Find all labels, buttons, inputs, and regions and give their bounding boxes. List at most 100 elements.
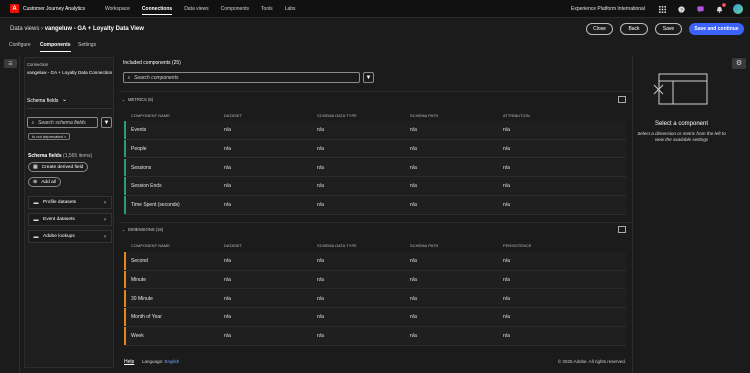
table-row[interactable]: Second n/a n/a n/a n/a xyxy=(124,252,626,271)
nav-components[interactable]: Components xyxy=(215,0,255,18)
avatar[interactable] xyxy=(733,4,743,14)
apps-grid-icon[interactable] xyxy=(658,5,666,13)
dataset-group-event[interactable]: ▬ Event datasets › xyxy=(28,213,112,226)
tab-bar: Configure Components Settings xyxy=(0,40,750,52)
save-button[interactable]: Save xyxy=(655,23,682,35)
page-title: vangeluw - GA + Loyalty Data View xyxy=(44,26,144,32)
table-cell: n/a xyxy=(317,333,324,340)
nav-tools[interactable]: Tools xyxy=(255,0,279,18)
component-settings-panel: Select a component Select a dimension or… xyxy=(632,55,729,373)
nav-labs[interactable]: Labs xyxy=(279,0,302,18)
chevron-down-icon[interactable]: ⌄ xyxy=(62,97,67,104)
top-navigation-bar: A Customer Journey Analytics Workspace C… xyxy=(0,0,750,18)
column-settings-icon[interactable] xyxy=(618,96,626,103)
column-header[interactable]: SCHEMA PATH xyxy=(410,243,438,248)
table-row[interactable]: 30 Minute n/a n/a n/a n/a xyxy=(124,289,626,309)
component-name-cell: Events xyxy=(131,127,147,133)
nav-data-views[interactable]: Data views xyxy=(178,0,214,18)
tab-settings[interactable]: Settings xyxy=(78,40,96,51)
metrics-section-header[interactable]: ⌄ METRICS (6) xyxy=(119,94,631,104)
table-row[interactable]: Week n/a n/a n/a n/a xyxy=(124,327,626,346)
chevron-down-icon[interactable]: ⌄ xyxy=(119,97,128,102)
column-header[interactable]: COMPONENT NAME xyxy=(131,243,170,248)
table-cell: n/a xyxy=(317,202,324,209)
save-and-continue-button[interactable]: Save and continue xyxy=(689,23,744,35)
table-cell: n/a xyxy=(410,295,417,302)
empty-state-title: Select a component xyxy=(654,121,709,127)
table-row[interactable]: Events n/a n/a n/a n/a xyxy=(124,121,626,140)
dimensions-section-title: DIMENSIONS (19) xyxy=(128,226,164,232)
org-switcher[interactable]: Experience Platform International xyxy=(571,0,645,18)
component-name-cell: Time Spent (seconds) xyxy=(131,202,180,209)
add-all-button[interactable]: ⊕ Add all xyxy=(28,177,61,187)
table-cell: n/a xyxy=(503,202,510,209)
search-schema-fields-input[interactable]: ⌕ Search schema fields xyxy=(27,117,98,128)
table-row[interactable]: Time Spent (seconds) n/a n/a n/a n/a xyxy=(124,196,626,215)
dataset-group-adobe-lookups[interactable]: ▬ Adobe lookups › xyxy=(28,230,112,243)
column-header[interactable]: SCHEMA PATH xyxy=(410,113,438,118)
column-header[interactable]: ATTRIBUTION xyxy=(503,113,530,118)
table-row[interactable]: Minute n/a n/a n/a n/a xyxy=(124,270,626,290)
empty-state-description: Select a dimension or metric from the le… xyxy=(637,131,726,142)
table-row[interactable]: People n/a n/a n/a n/a xyxy=(124,139,626,159)
column-header[interactable]: DATASET xyxy=(224,113,242,118)
gear-icon[interactable]: ⚙ xyxy=(732,58,746,69)
svg-text:?: ? xyxy=(680,7,683,13)
table-cell: n/a xyxy=(410,258,417,264)
column-header[interactable]: COMPONENT NAME xyxy=(131,113,170,118)
language-selector[interactable]: Language: English xyxy=(142,359,179,364)
component-name-cell: Second xyxy=(131,258,148,264)
nav-connections[interactable]: Connections xyxy=(136,0,178,18)
column-header[interactable]: PERSISTENCE xyxy=(503,243,532,248)
table-cell: n/a xyxy=(503,333,510,340)
table-cell: n/a xyxy=(503,258,510,264)
breadcrumb-data-views[interactable]: Data views xyxy=(10,26,39,32)
close-button[interactable]: Close xyxy=(586,23,613,35)
column-settings-icon[interactable] xyxy=(618,226,626,233)
create-derived-field-button[interactable]: ▦ Create derived field xyxy=(28,162,89,172)
dimensions-section-header[interactable]: ⌄ DIMENSIONS (19) xyxy=(119,224,631,234)
filter-icon[interactable]: ▼ xyxy=(363,72,374,83)
feedback-icon[interactable] xyxy=(696,5,704,13)
table-cell: n/a xyxy=(317,295,324,302)
help-icon[interactable]: ? xyxy=(677,5,685,13)
help-link[interactable]: Help xyxy=(124,359,134,365)
filter-tag-label: Is not deprecated xyxy=(32,134,63,139)
search-placeholder: Search schema fields xyxy=(38,119,86,126)
component-name-cell: Session Ends xyxy=(131,183,162,190)
search-icon: ⌕ xyxy=(31,119,35,126)
table-row[interactable]: Session Ends n/a n/a n/a n/a xyxy=(124,177,626,196)
folder-icon: ▬ xyxy=(33,233,39,240)
included-components-panel: Included components (25) ⌕ Search compon… xyxy=(119,57,631,368)
back-button[interactable]: Back xyxy=(620,23,648,35)
close-icon[interactable]: × xyxy=(64,134,66,139)
dataset-group-profile[interactable]: ▬ Profile datasets › xyxy=(28,196,112,209)
table-cell: n/a xyxy=(410,164,417,171)
component-name-cell: Sessions xyxy=(131,164,152,171)
dataset-group-label: Adobe lookups xyxy=(43,234,75,239)
table-cell: n/a xyxy=(317,314,324,321)
schema-fields-label: Schema fields xyxy=(28,153,62,159)
table-cell: n/a xyxy=(224,164,231,171)
filter-tag-deprecated[interactable]: Is not deprecated × xyxy=(28,133,71,140)
nav-workspace[interactable]: Workspace xyxy=(99,0,136,18)
table-row[interactable]: Sessions n/a n/a n/a n/a xyxy=(124,158,626,178)
chevron-down-icon[interactable]: ⌄ xyxy=(119,227,128,232)
component-name-cell: Week xyxy=(131,333,144,340)
adobe-logo[interactable]: A xyxy=(10,4,19,13)
app-title[interactable]: Customer Journey Analytics xyxy=(23,6,85,12)
column-header[interactable]: SCHEMA DATA TYPE xyxy=(317,113,357,118)
filter-icon[interactable]: ▼ xyxy=(101,117,112,128)
table-cell: n/a xyxy=(410,127,417,133)
language-value[interactable]: English xyxy=(165,359,180,364)
row-accent-bar xyxy=(124,177,126,195)
table-row[interactable]: Month of Year n/a n/a n/a n/a xyxy=(124,308,626,327)
column-header[interactable]: SCHEMA DATA TYPE xyxy=(317,243,357,248)
chevron-right-icon: › xyxy=(104,199,106,206)
schema-fields-dropdown[interactable]: Schema fields xyxy=(27,98,58,105)
panel-toggle-icon[interactable]: ☰ xyxy=(4,59,17,68)
search-components-input[interactable]: ⌕ Search components xyxy=(123,72,360,83)
column-header[interactable]: DATASET xyxy=(224,243,242,248)
tab-configure[interactable]: Configure xyxy=(9,40,31,51)
tab-components[interactable]: Components xyxy=(40,40,71,52)
